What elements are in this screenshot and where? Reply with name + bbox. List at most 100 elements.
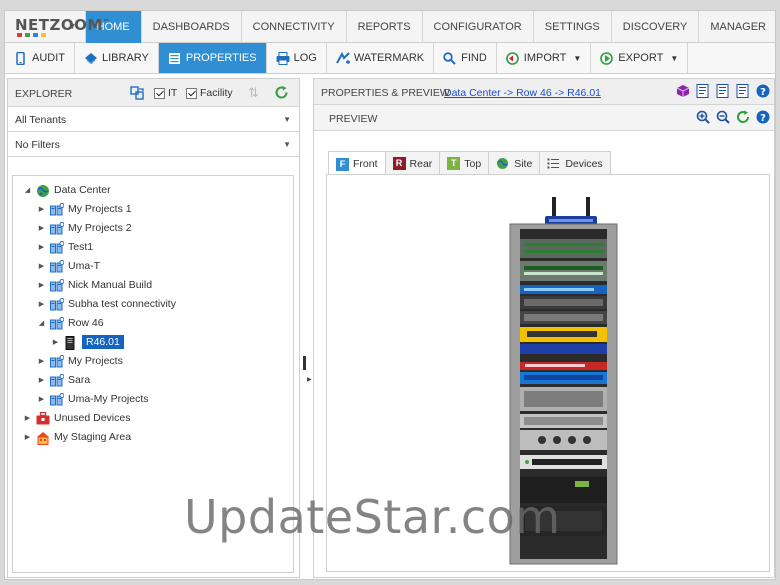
properties-button[interactable]: PROPERTIES — [158, 43, 267, 73]
collapsed-arrow-icon[interactable]: ▶ — [37, 205, 46, 213]
ups-device[interactable] — [520, 477, 607, 503]
facility-checkbox[interactable]: Facility — [186, 87, 233, 99]
tab-configurator[interactable]: CONFIGURATOR — [423, 11, 534, 43]
refresh-icon[interactable] — [736, 110, 750, 124]
collapsed-arrow-icon[interactable]: ▶ — [37, 262, 46, 270]
collapsed-arrow-icon[interactable]: ▶ — [37, 243, 46, 251]
facility-label: Facility — [200, 87, 233, 99]
tab-rear[interactable]: R Rear — [384, 151, 441, 175]
tree-label: Row 46 — [68, 317, 104, 329]
report-icon[interactable] — [736, 84, 750, 98]
checkbox-checked-icon[interactable] — [186, 87, 197, 99]
logo-menu[interactable]: NETZOOM™ ▼ — [5, 11, 110, 43]
tab-front[interactable]: F Front — [328, 151, 386, 176]
server-device[interactable] — [520, 430, 607, 450]
switch-device[interactable] — [520, 285, 607, 294]
report-icon[interactable] — [696, 84, 710, 98]
patch-panel-device[interactable] — [520, 239, 607, 258]
tree-node-row-46[interactable]: ◢ Row 46 — [37, 314, 104, 332]
sort-icon[interactable]: ⇅ — [248, 85, 259, 101]
svg-text:?: ? — [760, 113, 766, 124]
switch-device[interactable] — [520, 372, 607, 384]
wireless-router-device[interactable] — [545, 197, 597, 226]
collapsed-arrow-icon[interactable]: ▶ — [37, 376, 46, 384]
tab-devices[interactable]: Devices — [539, 151, 611, 175]
tab-front-label: Front — [353, 158, 378, 170]
log-button[interactable]: LOG — [267, 43, 327, 73]
tree-label: Test1 — [68, 241, 94, 253]
tree-node-my-projects-1[interactable]: ▶ My Projects 1 — [37, 200, 132, 218]
chevron-down-icon[interactable]: ▼ — [283, 115, 291, 124]
collapsed-arrow-icon[interactable]: ▶ — [51, 338, 60, 346]
expanded-arrow-icon[interactable]: ◢ — [37, 319, 46, 327]
firewall-device[interactable] — [520, 362, 607, 370]
watermark-button[interactable]: WATERMARK — [327, 43, 435, 73]
tree-node-r46-01[interactable]: ▶ R46.01 — [51, 333, 124, 351]
collapse-arrow-icon[interactable]: ▶ — [307, 376, 312, 383]
tab-discovery[interactable]: DISCOVERY — [612, 11, 700, 43]
toolbar: AUDIT LIBRARY PROPERTIES LOG WATERMARK F… — [5, 43, 775, 74]
breadcrumb-link[interactable]: Data Center -> Row 46 -> R46.01 — [444, 87, 601, 99]
collapsed-arrow-icon[interactable]: ▶ — [23, 433, 32, 441]
server-device[interactable] — [520, 296, 607, 309]
tree-node-unused-devices[interactable]: ▶ Unused Devices — [23, 409, 130, 427]
chevron-down-icon[interactable]: ▼ — [68, 21, 77, 31]
tree-label: Sara — [68, 374, 91, 386]
chevron-down-icon: ▼ — [670, 53, 679, 63]
chevron-down-icon[interactable]: ▼ — [283, 140, 291, 149]
tab-settings[interactable]: SETTINGS — [534, 11, 612, 43]
collapsed-arrow-icon[interactable]: ▶ — [37, 224, 46, 232]
sync-icon[interactable] — [130, 86, 145, 103]
network-switch-device[interactable] — [520, 261, 607, 281]
tab-top[interactable]: T Top — [439, 151, 490, 175]
filter-select[interactable]: No Filters ▼ — [8, 132, 299, 157]
export-dropdown[interactable]: EXPORT ▼ — [591, 43, 689, 73]
tenant-select[interactable]: All Tenants ▼ — [8, 107, 299, 132]
tree-node-sara[interactable]: ▶ Sara — [37, 371, 90, 389]
export-label: EXPORT — [618, 52, 664, 64]
tree-node-uma-my-projects[interactable]: ▶ Uma-My Projects — [37, 390, 149, 408]
tree-node-my-projects-2[interactable]: ▶ My Projects 2 — [37, 219, 132, 237]
cube-icon[interactable] — [676, 84, 690, 98]
zoom-out-icon[interactable] — [716, 110, 730, 124]
it-checkbox[interactable]: IT — [154, 87, 177, 99]
appliance-device[interactable] — [520, 344, 607, 354]
import-dropdown[interactable]: IMPORT ▼ — [497, 43, 592, 73]
panel-splitter[interactable]: ▶ — [302, 78, 312, 578]
tab-manager[interactable]: MANAGER — [699, 11, 775, 43]
tab-connectivity[interactable]: CONNECTIVITY — [242, 11, 347, 43]
preview-canvas[interactable] — [326, 174, 770, 572]
tree-node-my-projects[interactable]: ▶ My Projects — [37, 352, 123, 370]
checkbox-checked-icon[interactable] — [154, 87, 165, 99]
collapsed-arrow-icon[interactable]: ▶ — [37, 357, 46, 365]
splitter-grip[interactable] — [303, 356, 306, 370]
report-icon[interactable] — [716, 84, 730, 98]
find-button[interactable]: FIND — [434, 43, 497, 73]
refresh-icon[interactable] — [274, 85, 289, 103]
server-device[interactable] — [520, 414, 607, 428]
tab-site[interactable]: Site — [488, 151, 541, 175]
collapsed-arrow-icon[interactable]: ▶ — [37, 395, 46, 403]
expanded-arrow-icon[interactable]: ◢ — [23, 186, 32, 194]
server-device[interactable] — [520, 387, 607, 411]
zoom-in-icon[interactable] — [696, 110, 710, 124]
help-icon[interactable]: ? — [756, 110, 770, 124]
tree-node-subha-test-connectivity[interactable]: ▶ Subha test connectivity — [37, 295, 176, 313]
tree-node-data-center[interactable]: ◢ Data Center — [23, 181, 111, 199]
collapsed-arrow-icon[interactable]: ▶ — [37, 281, 46, 289]
library-button[interactable]: LIBRARY — [75, 43, 159, 73]
storage-device[interactable] — [520, 327, 607, 342]
ups-device[interactable] — [520, 506, 607, 536]
help-icon[interactable]: ? — [756, 84, 770, 98]
tab-reports[interactable]: REPORTS — [347, 11, 423, 43]
tab-dashboards[interactable]: DASHBOARDS — [142, 11, 242, 43]
tree-node-my-staging-area[interactable]: ▶ My Staging Area — [23, 428, 131, 446]
server-device[interactable] — [520, 311, 607, 324]
tree-node-uma-t[interactable]: ▶ Uma-T — [37, 257, 100, 275]
collapsed-arrow-icon[interactable]: ▶ — [37, 300, 46, 308]
tree-node-test1[interactable]: ▶ Test1 — [37, 238, 93, 256]
pdu-device[interactable] — [520, 455, 607, 469]
collapsed-arrow-icon[interactable]: ▶ — [23, 414, 32, 422]
tree-node-nick-manual-build[interactable]: ▶ Nick Manual Build — [37, 276, 152, 294]
audit-button[interactable]: AUDIT — [5, 43, 75, 73]
